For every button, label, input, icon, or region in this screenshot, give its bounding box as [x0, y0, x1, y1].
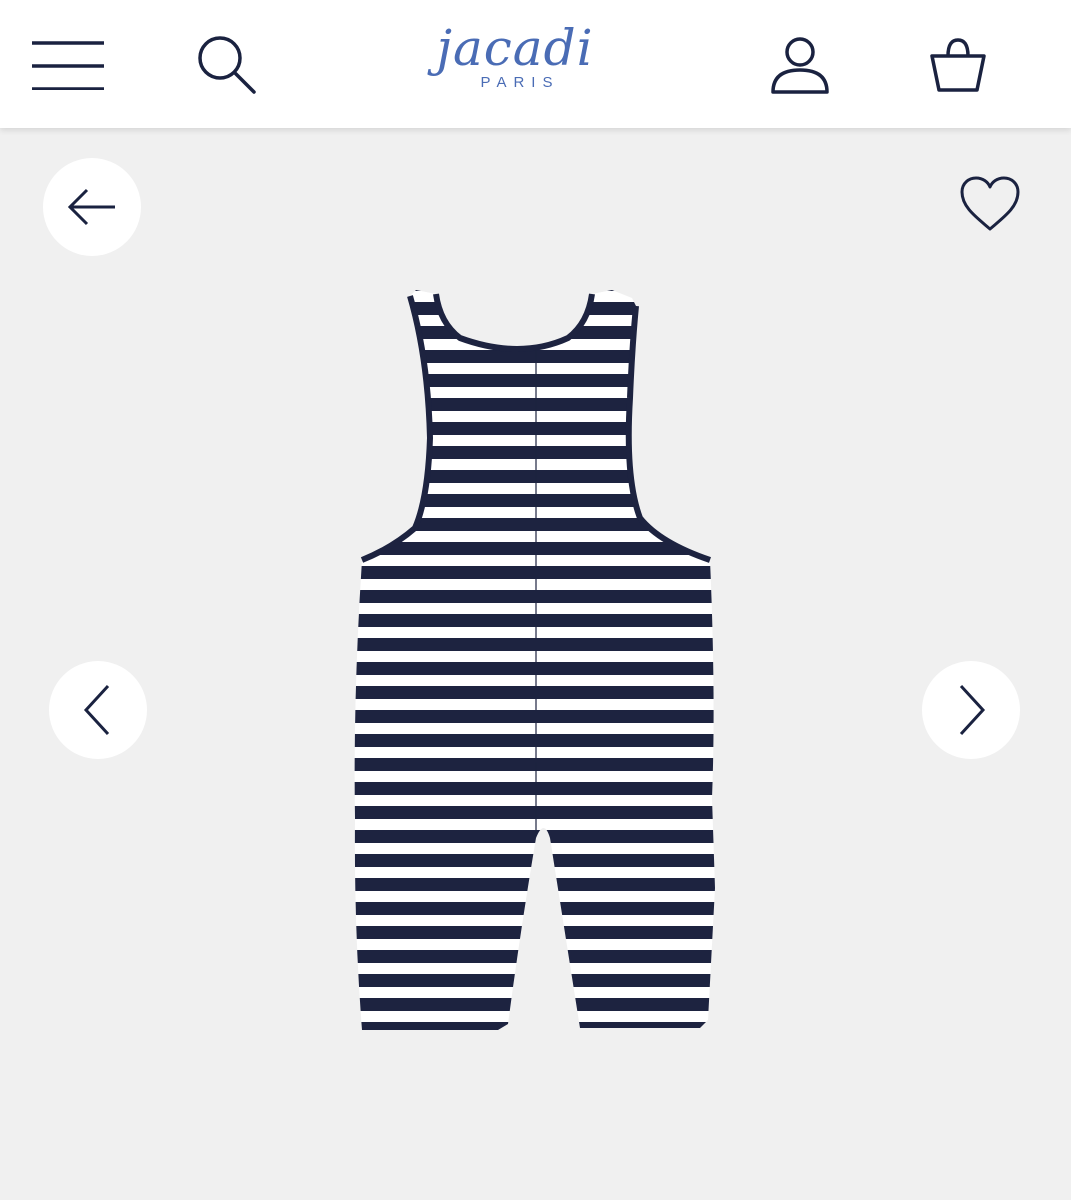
chevron-left-icon [83, 684, 110, 736]
previous-image-button[interactable] [49, 661, 147, 759]
top-header: jacadi PARIS [0, 0, 1071, 128]
product-image [340, 278, 730, 1053]
hamburger-menu-icon [32, 41, 104, 90]
next-image-button[interactable] [922, 661, 1020, 759]
shopping-bag-button[interactable] [922, 28, 994, 100]
shopping-bag-icon [930, 38, 986, 92]
menu-button[interactable] [28, 30, 108, 94]
favorite-button[interactable] [952, 166, 1028, 242]
striped-romper-illustration [354, 290, 716, 1030]
search-button[interactable] [190, 28, 262, 100]
product-gallery [0, 128, 1071, 1200]
logo-wordmark: jacadi [436, 19, 594, 77]
search-icon [198, 36, 256, 94]
arrow-left-icon [67, 188, 115, 226]
account-button[interactable] [764, 28, 836, 100]
user-icon [771, 37, 829, 94]
chevron-right-icon [959, 684, 986, 736]
brand-logo[interactable]: jacadi PARIS [410, 18, 620, 108]
heart-icon [960, 176, 1020, 231]
back-button[interactable] [43, 158, 141, 256]
